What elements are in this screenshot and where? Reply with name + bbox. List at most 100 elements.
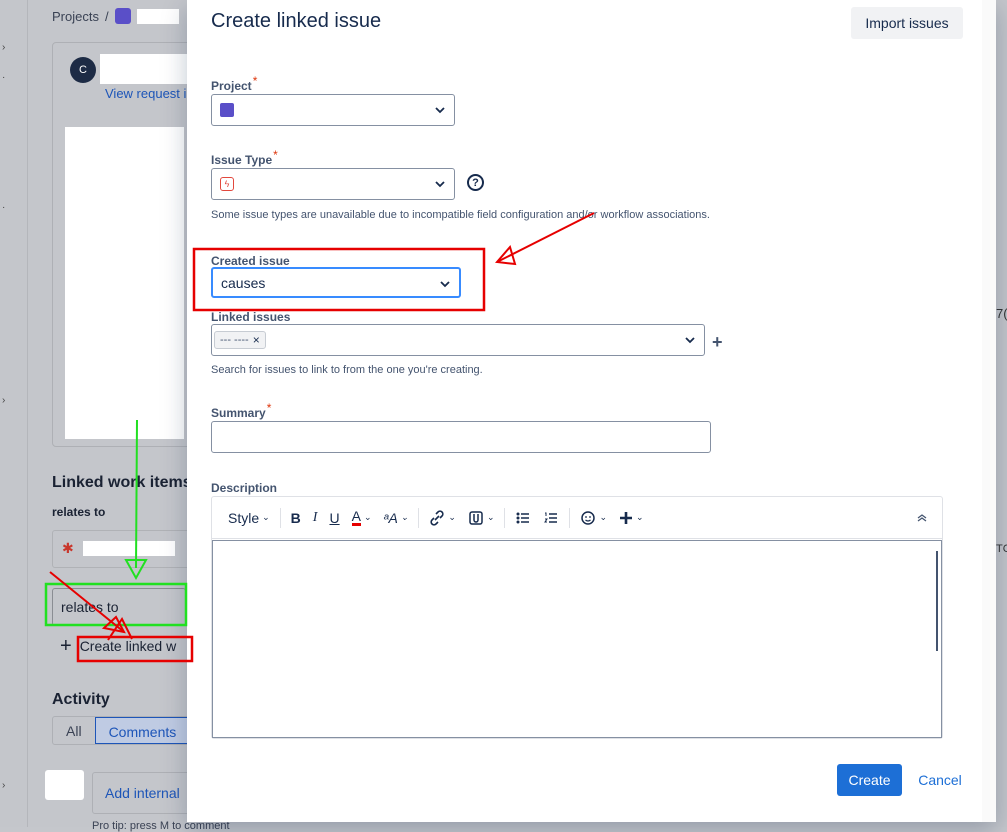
rail-dot-icon: · — [2, 202, 6, 213]
created-issue-select[interactable]: causes — [211, 267, 461, 298]
numbered-list-icon — [544, 512, 558, 523]
numbered-list-button[interactable] — [537, 504, 565, 532]
required-asterisk: * — [266, 401, 272, 415]
attachment-button[interactable]: ⌄ — [462, 504, 501, 532]
text-color-icon: A — [351, 508, 361, 526]
redacted-block — [83, 541, 175, 556]
description-textarea[interactable] — [212, 540, 942, 738]
required-asterisk: * — [252, 74, 258, 88]
breadcrumb-separator: / — [104, 8, 109, 24]
chevron-down-icon: ⌄ — [448, 512, 456, 522]
bold-button[interactable]: B — [285, 504, 307, 532]
text-style-dropdown[interactable]: Style ⌄ — [222, 504, 276, 532]
bug-icon: ✱ — [62, 540, 74, 556]
redacted-block — [65, 127, 184, 439]
breadcrumb-projects[interactable]: Projects — [52, 9, 99, 24]
create-linked-work-item-button[interactable]: + Create linked w — [60, 636, 177, 656]
toolbar-divider — [569, 507, 571, 528]
plus-icon — [620, 511, 633, 524]
incident-icon: ϟ — [220, 177, 234, 191]
linked-issues-label: Linked issues — [211, 310, 291, 324]
activity-heading: Activity — [52, 691, 110, 708]
link-type-select[interactable]: relates to — [52, 588, 186, 626]
user-avatar — [45, 770, 84, 800]
rail-dot-icon: · — [2, 72, 6, 83]
activity-tabs: All Comments — [52, 716, 192, 745]
redacted-block — [100, 54, 188, 84]
help-icon[interactable]: ? — [467, 174, 484, 191]
add-linked-issue-icon[interactable]: + — [712, 332, 723, 353]
linked-issue-tag-label: --- ---- — [220, 334, 249, 346]
text-color-button[interactable]: A ⌄ — [346, 504, 378, 532]
left-rail: › · · › › — [0, 0, 28, 827]
breadcrumb: Projects / — [52, 8, 179, 24]
redacted-block — [136, 8, 179, 24]
rail-chevron-icon[interactable]: › — [2, 395, 5, 406]
clipped-text: 7( — [996, 306, 1007, 321]
view-request-link[interactable]: View request ir — [105, 86, 191, 101]
chevron-down-icon: ⌄ — [636, 512, 644, 522]
rail-chevron-icon[interactable]: › — [2, 42, 5, 53]
project-label: Project* — [211, 74, 257, 93]
chevron-down-icon: ⌄ — [262, 512, 270, 522]
editor-toolbar: Style ⌄ B I U A ⌄ ᵃA ⌄ ⌄ ⌄ ⌄ ⌄ — [212, 497, 942, 539]
linked-issues-helper: Search for issues to link to from the on… — [211, 364, 483, 376]
relates-to-group-label: relates to — [52, 505, 106, 519]
toolbar-divider — [504, 507, 506, 528]
link-button[interactable]: ⌄ — [423, 504, 462, 532]
issue-type-label-text: Issue Type — [211, 153, 273, 167]
tab-all[interactable]: All — [53, 717, 95, 744]
create-linked-label: Create linked w — [79, 638, 177, 654]
more-formatting-button[interactable]: ᵃA ⌄ — [377, 504, 414, 532]
toolbar-divider — [418, 507, 420, 528]
summary-input[interactable] — [211, 421, 711, 453]
rail-chevron-icon[interactable]: › — [2, 780, 5, 791]
collapse-toolbar-button[interactable] — [910, 504, 934, 532]
scrollbar-thumb[interactable] — [984, 40, 994, 600]
import-issues-button[interactable]: Import issues — [851, 7, 963, 39]
project-avatar-icon — [220, 103, 234, 117]
bullet-list-icon — [516, 512, 530, 523]
remove-tag-icon[interactable]: × — [253, 333, 260, 347]
linked-work-items-heading: Linked work items — [52, 474, 192, 491]
create-button[interactable]: Create — [837, 764, 902, 796]
project-select[interactable] — [211, 94, 455, 126]
issue-type-label: Issue Type* — [211, 148, 278, 167]
chevron-down-icon: ⌄ — [400, 512, 409, 522]
editor-scrollbar[interactable] — [936, 551, 938, 651]
chevron-down-icon — [440, 281, 450, 288]
created-issue-label: Created issue — [211, 254, 290, 268]
required-asterisk: * — [273, 148, 278, 162]
created-issue-value: causes — [221, 274, 266, 291]
description-editor: Style ⌄ B I U A ⌄ ᵃA ⌄ ⌄ ⌄ ⌄ ⌄ — [211, 496, 943, 739]
create-linked-issue-dialog: Create linked issue Import issues Projec… — [187, 0, 996, 822]
project-label-text: Project — [211, 79, 252, 93]
issue-type-helper: Some issue types are unavailable due to … — [211, 209, 710, 221]
emoji-button[interactable]: ⌄ — [574, 504, 613, 532]
chevron-down-icon: ⌄ — [599, 512, 608, 522]
issue-type-select[interactable]: ϟ — [211, 168, 455, 200]
dialog-scrollbar[interactable] — [982, 0, 996, 822]
collapse-icon — [917, 513, 927, 522]
summary-label: Summary* — [211, 401, 271, 420]
tab-comments[interactable]: Comments — [94, 717, 191, 744]
insert-button[interactable]: ⌄ — [613, 504, 650, 532]
description-label: Description — [211, 481, 278, 495]
underline-button[interactable]: U — [323, 504, 345, 532]
attachment-icon — [469, 510, 483, 525]
chevron-down-icon — [685, 337, 695, 344]
cancel-button[interactable]: Cancel — [910, 764, 970, 796]
add-internal-note-button[interactable]: Add internal — [92, 772, 202, 814]
chevron-down-icon — [435, 107, 445, 114]
emoji-icon — [581, 510, 596, 525]
bullet-list-button[interactable] — [509, 504, 537, 532]
avatar: C — [70, 57, 96, 83]
clipped-text: TC — [996, 543, 1007, 555]
linked-issues-select[interactable]: --- ---- × — [211, 324, 705, 356]
italic-button[interactable]: I — [307, 504, 324, 532]
dialog-title: Create linked issue — [211, 10, 382, 32]
text-style-label: Style — [228, 509, 260, 526]
linked-issue-tag: --- ---- × — [214, 331, 266, 349]
toolbar-divider — [279, 507, 281, 528]
link-icon — [430, 509, 444, 526]
